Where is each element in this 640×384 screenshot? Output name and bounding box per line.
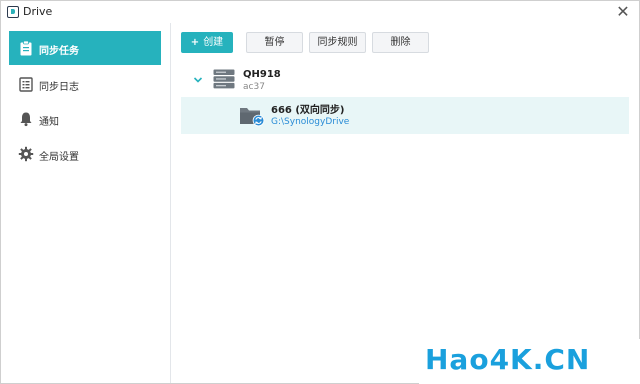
create-label: 创建 — [203, 37, 224, 48]
gear-icon — [18, 146, 34, 162]
sync-task-row[interactable]: 666 (双向同步) G:\SynologyDrive — [181, 97, 629, 134]
sidebar-item-label: 通知 — [39, 117, 59, 128]
sidebar-item-sync-tasks[interactable]: 同步任务 — [9, 31, 161, 65]
server-name: QH918 — [243, 69, 281, 80]
task-name: 666 (双向同步) — [271, 105, 345, 116]
sidebar-item-sync-log[interactable]: 同步日志 — [9, 67, 161, 101]
sidebar-item-notifications[interactable]: 通知 — [9, 102, 161, 136]
server-icon — [213, 69, 235, 89]
main-panel: + 创建 暂停 同步规则 删除 QH918 ac37 666 (双向同步) G:… — [171, 23, 639, 383]
clipboard-icon — [20, 40, 32, 56]
chevron-down-icon[interactable] — [193, 75, 203, 85]
task-path-link[interactable]: G:\SynologyDrive — [271, 117, 349, 127]
sync-rules-button[interactable]: 同步规则 — [309, 32, 366, 53]
sidebar-item-label: 同步日志 — [39, 82, 79, 93]
watermark-text: Hao4K.CN — [425, 343, 591, 376]
log-list-icon — [19, 77, 33, 92]
window-title: Drive — [23, 5, 53, 18]
close-button[interactable]: ✕ — [615, 4, 631, 20]
sync-folder-icon — [240, 108, 265, 127]
create-button[interactable]: + 创建 — [181, 32, 233, 53]
delete-button[interactable]: 删除 — [372, 32, 429, 53]
title-bar: Drive ✕ — [1, 1, 639, 23]
watermark: Hao4K.CN — [419, 339, 640, 384]
sidebar: 同步任务 同步日志 通知 全局设置 — [1, 23, 171, 383]
server-row[interactable]: QH918 ac37 — [181, 63, 629, 95]
bell-icon — [20, 112, 32, 127]
sidebar-item-label: 全局设置 — [39, 152, 79, 163]
sidebar-item-label: 同步任务 — [39, 46, 79, 57]
pause-button[interactable]: 暂停 — [246, 32, 303, 53]
drive-app-icon — [7, 6, 19, 18]
sidebar-item-global-settings[interactable]: 全局设置 — [9, 137, 161, 171]
drive-window: Drive ✕ 同步任务 同步日志 通知 全局设置 + 创建 暂停 同步规则 删… — [0, 0, 640, 384]
plus-icon: + — [190, 37, 200, 48]
server-subtitle: ac37 — [243, 82, 265, 92]
